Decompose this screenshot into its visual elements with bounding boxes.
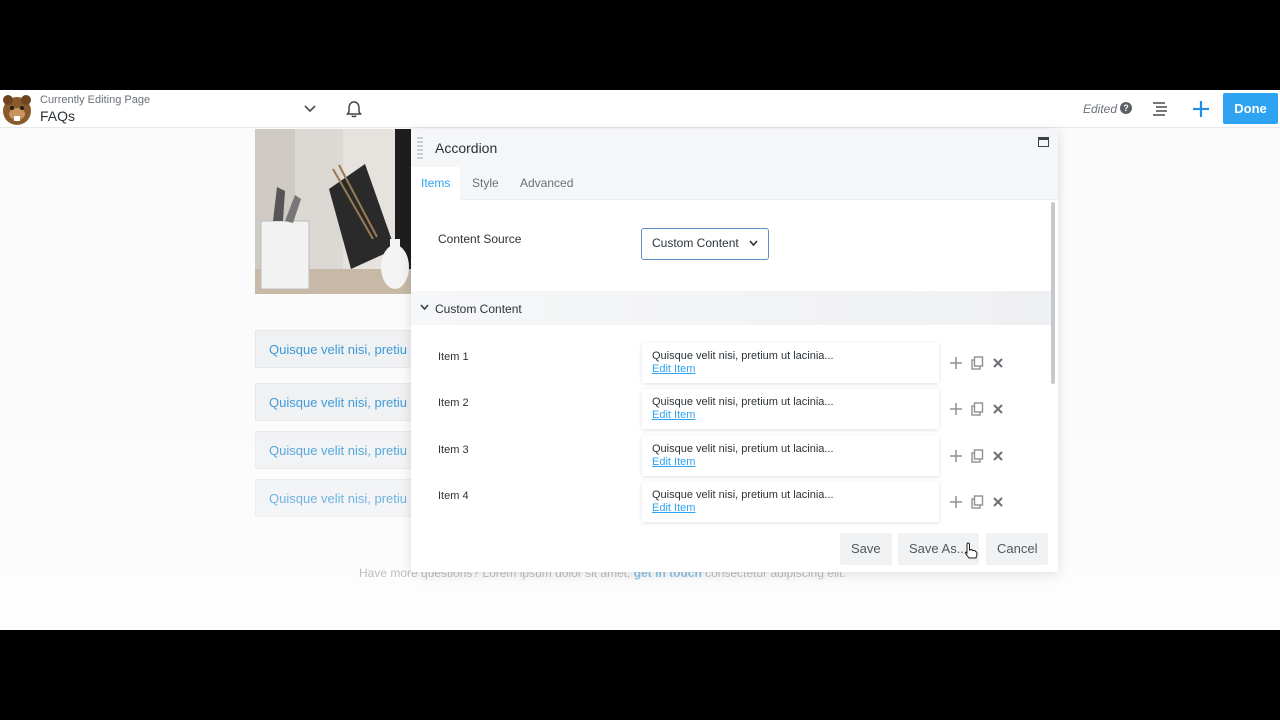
copy-icon[interactable] [970,494,984,510]
tab-items[interactable]: Items [411,167,461,200]
close-icon[interactable] [991,494,1005,510]
bell-icon[interactable] [344,99,364,119]
hand-cursor-icon [964,542,978,560]
move-icon[interactable] [949,448,963,464]
page-accordion-row[interactable]: Quisque velit nisi, pretiu [255,330,415,368]
save-button[interactable]: Save [840,533,892,565]
tab-advanced[interactable]: Advanced [510,167,583,200]
item-text: Quisque velit nisi, pretium ut lacinia..… [652,396,834,408]
page-accordion-text: Quisque velit nisi, pretiu [269,395,408,410]
help-icon[interactable]: ? [1120,102,1132,114]
item-text: Quisque velit nisi, pretium ut lacinia..… [652,443,834,455]
copy-icon[interactable] [970,448,984,464]
page-accordion-text: Quisque velit nisi, pretiu [269,491,408,506]
screen: Quisque velit nisi, pretiu Quisque velit… [0,90,1280,630]
maximize-icon[interactable] [1038,137,1049,147]
copy-icon[interactable] [970,401,984,417]
edit-item-link[interactable]: Edit Item [652,456,695,468]
section-label: Custom Content [435,302,522,316]
custom-content-section-toggle[interactable]: Custom Content [411,291,1051,325]
editing-label: Currently Editing Page [40,94,151,106]
chevron-down-icon[interactable] [302,100,318,116]
letterbox-bottom [0,630,1280,720]
item-text: Quisque velit nisi, pretium ut lacinia..… [652,350,834,362]
drag-handle[interactable] [417,137,423,159]
item-actions [949,355,1009,371]
page-accordion-row[interactable]: Quisque velit nisi, pretiu [255,383,415,421]
item-label: Item 4 [438,490,469,502]
close-icon[interactable] [991,355,1005,371]
item-preview[interactable]: Quisque velit nisi, pretium ut lacinia..… [642,482,939,522]
page-accordion-row[interactable]: Quisque velit nisi, pretiu [255,479,415,517]
content-source-label: Content Source [438,232,522,246]
tab-style[interactable]: Style [462,167,509,200]
close-icon[interactable] [991,448,1005,464]
move-icon[interactable] [949,401,963,417]
move-icon[interactable] [949,494,963,510]
item-label: Item 3 [438,444,469,456]
plus-icon[interactable] [1190,98,1212,120]
page-accordion-text: Quisque velit nisi, pretiu [269,342,408,357]
edit-status: Edited [1083,102,1118,116]
item-label: Item 1 [438,351,469,363]
outline-icon[interactable] [1151,100,1171,118]
panel-scrollbar[interactable] [1051,202,1055,384]
panel-body: Content Source Custom Content Custom Con… [411,200,1058,530]
item-preview[interactable]: Quisque velit nisi, pretium ut lacinia..… [642,436,939,476]
item-preview[interactable]: Quisque velit nisi, pretium ut lacinia..… [642,343,939,383]
done-button[interactable]: Done [1223,93,1278,124]
hero-image [255,129,411,294]
accordion-settings-panel: Accordion Items Style Advanced Content S… [411,129,1058,572]
edit-item-link[interactable]: Edit Item [652,502,695,514]
item-actions [949,448,1009,464]
edit-item-link[interactable]: Edit Item [652,363,695,375]
cancel-button[interactable]: Cancel [986,533,1049,565]
move-icon[interactable] [949,355,963,371]
item-label: Item 2 [438,397,469,409]
edit-item-link[interactable]: Edit Item [652,409,695,421]
page-title: FAQs [40,108,76,124]
item-actions [949,494,1009,510]
beaver-logo-icon [0,92,34,126]
panel-tabs: Items Style Advanced [411,167,1058,200]
builder-topbar: Currently Editing Page FAQs Edited ? Don… [0,90,1280,128]
page-accordion-row[interactable]: Quisque velit nisi, pretiu [255,431,415,469]
content-source-value: Custom Content [652,236,739,250]
chevron-down-icon [420,300,429,316]
content-source-select[interactable]: Custom Content [641,228,769,260]
item-text: Quisque velit nisi, pretium ut lacinia..… [652,489,834,501]
page-accordion-text: Quisque velit nisi, pretiu [269,443,408,458]
chevron-down-icon [749,229,758,270]
item-preview[interactable]: Quisque velit nisi, pretium ut lacinia..… [642,389,939,429]
copy-icon[interactable] [970,355,984,371]
panel-footer: Save Save As... Cancel [411,530,1058,572]
panel-header[interactable]: Accordion [411,129,1058,167]
item-actions [949,401,1009,417]
letterbox-top [0,0,1280,90]
panel-title: Accordion [435,140,498,156]
close-icon[interactable] [991,401,1005,417]
